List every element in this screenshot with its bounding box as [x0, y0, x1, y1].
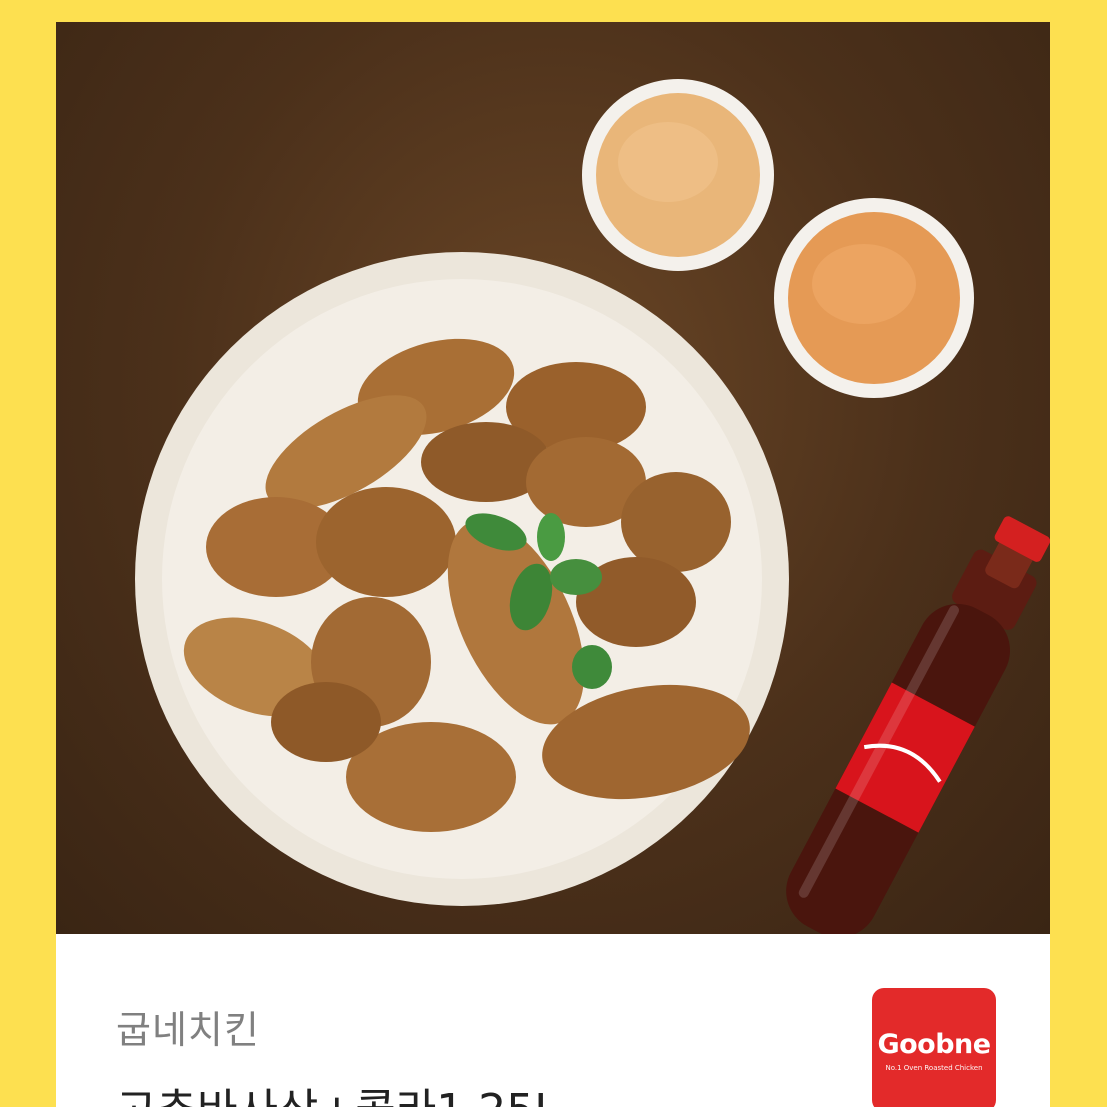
brand-name: 굽네치킨	[116, 1008, 260, 1052]
food-illustration	[135, 79, 1050, 934]
sauce-cup-2	[774, 198, 974, 398]
product-title: 고추바사삭+콜라1.25L	[116, 1074, 559, 1107]
product-info: 굽네치킨 고추바사삭+콜라1.25L Goobne No.1 Oven Roas…	[56, 934, 1050, 1107]
sauce-cup-1	[582, 79, 774, 271]
goobne-logo: Goobne No.1 Oven Roasted Chicken	[872, 988, 996, 1107]
logo-tagline: No.1 Oven Roasted Chicken	[885, 1063, 983, 1072]
cola-bottle	[786, 516, 1050, 934]
logo-word: Goobne	[877, 1028, 991, 1060]
product-photo	[56, 22, 1050, 934]
product-card[interactable]: 굽네치킨 고추바사삭+콜라1.25L Goobne No.1 Oven Roas…	[56, 22, 1050, 1107]
